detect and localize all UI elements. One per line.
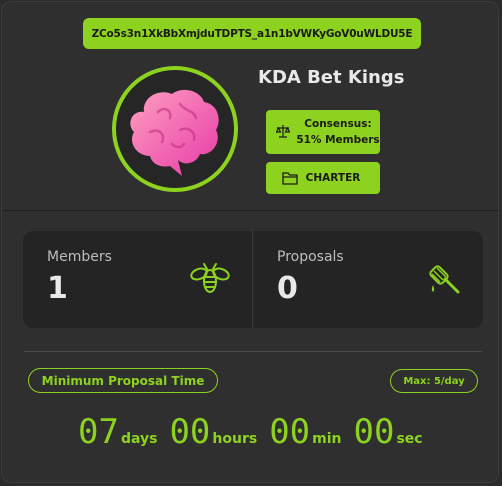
consensus-button[interactable]: Consensus: 51% Members <box>266 110 380 154</box>
members-count: 1 <box>47 271 68 306</box>
stats-panel: Members 1 Proposals 0 <box>23 231 483 328</box>
consensus-value: 51% Members <box>296 134 380 146</box>
timer-hours-unit: hours <box>212 431 258 447</box>
members-label: Members <box>47 249 112 265</box>
dao-address-badge[interactable]: ZCo5s3n1XkBbXmjduTDPTS_a1n1bVWKyGoV0uWLD… <box>83 18 421 49</box>
max-per-day-badge: Max: 5/day <box>390 369 478 393</box>
folder-icon <box>282 171 298 185</box>
timer-days-unit: days <box>120 431 158 447</box>
charter-label: CHARTER <box>305 172 361 184</box>
honey-dipper-icon <box>427 263 461 301</box>
scales-icon <box>276 124 292 140</box>
proposals-label: Proposals <box>277 249 344 265</box>
proposals-stat[interactable]: Proposals 0 <box>253 231 483 328</box>
section-divider <box>24 351 482 352</box>
bee-icon <box>190 263 230 299</box>
dao-card: ZCo5s3n1XkBbXmjduTDPTS_a1n1bVWKyGoV0uWLD… <box>1 1 499 483</box>
timer-minutes-unit: min <box>312 431 342 447</box>
timer-hours: 00 <box>169 412 211 452</box>
dao-title: KDA Bet Kings <box>258 67 405 88</box>
min-proposal-time-badge: Minimum Proposal Time <box>28 368 218 393</box>
timer-days: 07 <box>78 412 119 452</box>
charter-button[interactable]: CHARTER <box>266 162 380 194</box>
consensus-label: Consensus: <box>304 118 372 130</box>
members-stat[interactable]: Members 1 <box>23 231 253 328</box>
timer-minutes: 00 <box>269 412 311 452</box>
dao-header: ZCo5s3n1XkBbXmjduTDPTS_a1n1bVWKyGoV0uWLD… <box>2 2 498 211</box>
timer-seconds-unit: sec <box>396 431 423 447</box>
timer-seconds: 00 <box>353 412 395 452</box>
brain-icon <box>130 89 219 176</box>
proposal-timer: 07 days 00 hours 00 min 00 sec <box>78 412 435 452</box>
proposals-count: 0 <box>277 271 298 306</box>
dao-avatar <box>112 66 238 192</box>
